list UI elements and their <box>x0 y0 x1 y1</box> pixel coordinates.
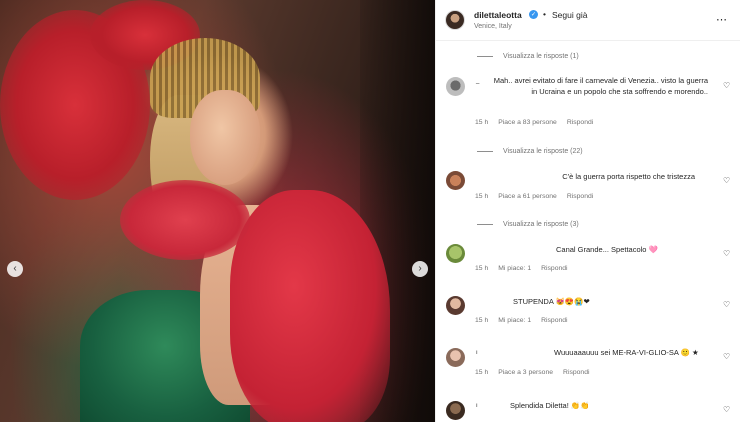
reply-button[interactable]: Rispondi <box>541 265 567 272</box>
comment-text: Canal Grande... Spettacolo 🩷 <box>556 245 658 254</box>
view-replies-button[interactable]: Visualizza le risposte (22) <box>477 148 583 155</box>
like-heart-icon[interactable]: ♡ <box>723 176 732 185</box>
comment-meta: 15 h Piace a 83 persone Rispondi <box>475 119 593 126</box>
chevron-left-icon: ‹ <box>13 263 17 274</box>
comment-time[interactable]: 15 h <box>475 369 488 376</box>
commenter-avatar[interactable] <box>446 401 465 420</box>
comment-likes[interactable]: Piace a 83 persone <box>498 119 557 126</box>
like-heart-icon[interactable]: ♡ <box>723 81 732 90</box>
comments-panel: dilettaleotta ✓ • Segui già Venice, Ital… <box>435 0 740 422</box>
verified-badge-icon: ✓ <box>529 10 538 19</box>
author-avatar[interactable] <box>445 10 465 30</box>
reply-button[interactable]: Rispondi <box>541 317 567 324</box>
photo-feather-boa <box>230 190 390 422</box>
photo-feather-boa <box>120 180 250 260</box>
commenter-avatar[interactable] <box>446 171 465 190</box>
chevron-right-icon: › <box>418 263 422 274</box>
comment-meta: 15 h Piace a 3 persone Rispondi <box>475 369 589 376</box>
comment-meta: 15 h Mi piace: 1 Rispondi <box>475 317 568 324</box>
view-replies-label: Visualizza le risposte (22) <box>503 148 583 155</box>
commenter-avatar[interactable] <box>446 348 465 367</box>
divider-line <box>477 224 493 225</box>
post-location[interactable]: Venice, Italy <box>474 23 512 30</box>
view-replies-label: Visualizza le risposte (1) <box>503 53 579 60</box>
more-options-icon[interactable]: ⋯ <box>716 13 728 26</box>
post-photo: ‹ › <box>0 0 435 422</box>
comment-meta: 15 h Mi piace: 1 Rispondi <box>475 265 568 272</box>
author-username[interactable]: dilettaleotta <box>474 10 522 20</box>
view-replies-button[interactable]: Visualizza le risposte (1) <box>477 53 579 60</box>
header-separator: • <box>543 9 546 19</box>
like-heart-icon[interactable]: ♡ <box>723 249 732 258</box>
commenter-avatar[interactable] <box>446 77 465 96</box>
commenter-avatar[interactable] <box>446 244 465 263</box>
comment-time[interactable]: 15 h <box>475 265 488 272</box>
comment-time[interactable]: 15 h <box>475 317 488 324</box>
like-heart-icon[interactable]: ♡ <box>723 352 732 361</box>
divider-line <box>477 56 493 57</box>
comment-text: Wuuuaaauuu sei ME-RA-VI-GLIO-SA 🙂 ★ <box>554 348 699 357</box>
commenter-name[interactable]: ı <box>476 403 478 409</box>
comment-text: STUPENDA 😻😍😭❤ <box>513 297 590 306</box>
commenter-name[interactable]: _ <box>476 78 479 84</box>
comment-text: C'è la guerra porta rispetto che tristez… <box>562 172 695 181</box>
view-replies-button[interactable]: Visualizza le risposte (3) <box>477 221 579 228</box>
comment-likes[interactable]: Piace a 61 persone <box>498 193 557 200</box>
photo-face <box>190 90 260 185</box>
comment-text: Splendida Diletta! 👏👏 <box>510 401 590 410</box>
comment-likes[interactable]: Mi piace: 1 <box>498 265 531 272</box>
view-replies-label: Visualizza le risposte (3) <box>503 221 579 228</box>
post-header: dilettaleotta ✓ • Segui già Venice, Ital… <box>436 0 740 41</box>
like-heart-icon[interactable]: ♡ <box>723 300 732 309</box>
comment-text: Mah.. avrei evitato di fare il carnevale… <box>493 76 708 96</box>
comment-time[interactable]: 15 h <box>475 119 488 126</box>
reply-button[interactable]: Rispondi <box>567 193 593 200</box>
reply-button[interactable]: Rispondi <box>563 369 589 376</box>
carousel-next-button[interactable]: › <box>412 261 428 277</box>
carousel-prev-button[interactable]: ‹ <box>7 261 23 277</box>
reply-button[interactable]: Rispondi <box>567 119 593 126</box>
like-heart-icon[interactable]: ♡ <box>723 405 732 414</box>
comment-meta: 15 h Piace a 61 persone Rispondi <box>475 193 593 200</box>
divider-line <box>477 151 493 152</box>
comment-likes[interactable]: Piace a 3 persone <box>498 369 553 376</box>
commenter-avatar[interactable] <box>446 296 465 315</box>
commenter-name[interactable]: ı <box>476 350 478 356</box>
comment-time[interactable]: 15 h <box>475 193 488 200</box>
follow-button[interactable]: Segui già <box>552 10 587 20</box>
comment-likes[interactable]: Mi piace: 1 <box>498 317 531 324</box>
